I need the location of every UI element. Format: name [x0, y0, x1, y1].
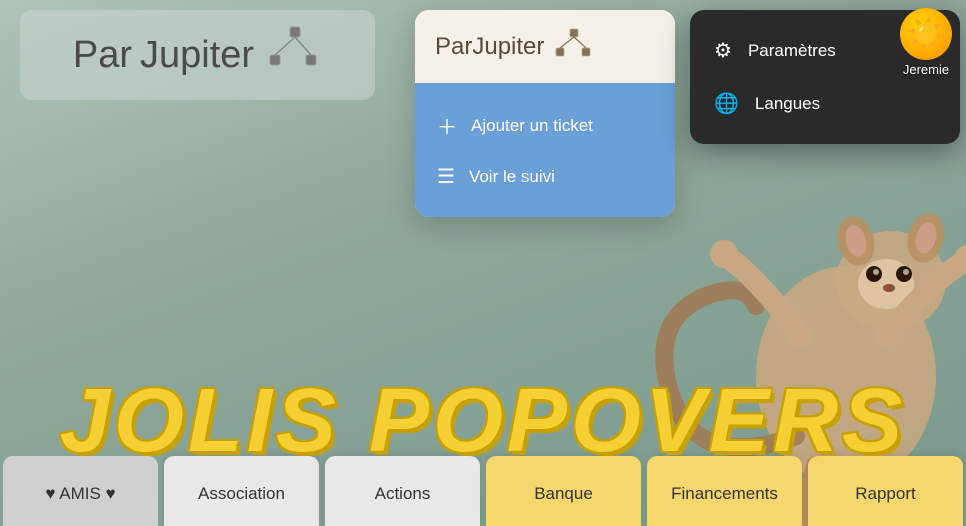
- popover-body: ＋ Ajouter un ticket ☰ Voir le suivi: [415, 83, 675, 217]
- association-label: Association: [198, 484, 285, 504]
- user-badge[interactable]: ☀️ Jeremie: [900, 8, 952, 77]
- banque-label: Banque: [534, 484, 593, 504]
- popover-logo-text: ParJupiter: [435, 33, 544, 61]
- main-popover: ParJupiter ＋ Ajouter un ticket ☰ Voir le…: [415, 10, 675, 217]
- sun-icon: ☀️: [906, 15, 946, 53]
- amis-label: ♥ AMIS ♥: [45, 484, 115, 504]
- parametres-label: Paramètres: [748, 41, 836, 61]
- username: Jeremie: [903, 62, 949, 77]
- page-title: JOLIS POPOVERS: [0, 376, 966, 466]
- logo-par: Par: [73, 34, 132, 77]
- popover-logo-icon: [554, 28, 592, 65]
- rapport-label: Rapport: [855, 484, 915, 504]
- langues-item[interactable]: 🌐 Langues: [690, 77, 960, 130]
- logo-jupiter: Jupiter: [140, 34, 254, 77]
- add-ticket-item[interactable]: ＋ Ajouter un ticket: [415, 99, 675, 152]
- actions-label: Actions: [375, 484, 431, 504]
- logo-tree-icon: [262, 25, 322, 85]
- globe-icon: 🌐: [714, 91, 739, 116]
- add-ticket-label: Ajouter un ticket: [471, 116, 593, 136]
- langues-label: Langues: [755, 94, 820, 114]
- gear-icon: ⚙: [714, 38, 732, 63]
- main-logo-card: ParJupiter: [20, 10, 375, 100]
- plus-icon: ＋: [437, 111, 457, 140]
- avatar: ☀️: [900, 8, 952, 60]
- voir-suivi-label: Voir le suivi: [469, 167, 555, 187]
- list-icon: ☰: [437, 164, 455, 189]
- voir-suivi-item[interactable]: ☰ Voir le suivi: [415, 152, 675, 201]
- financements-label: Financements: [671, 484, 778, 504]
- main-logo: ParJupiter: [73, 25, 322, 85]
- popover-header: ParJupiter: [415, 10, 675, 83]
